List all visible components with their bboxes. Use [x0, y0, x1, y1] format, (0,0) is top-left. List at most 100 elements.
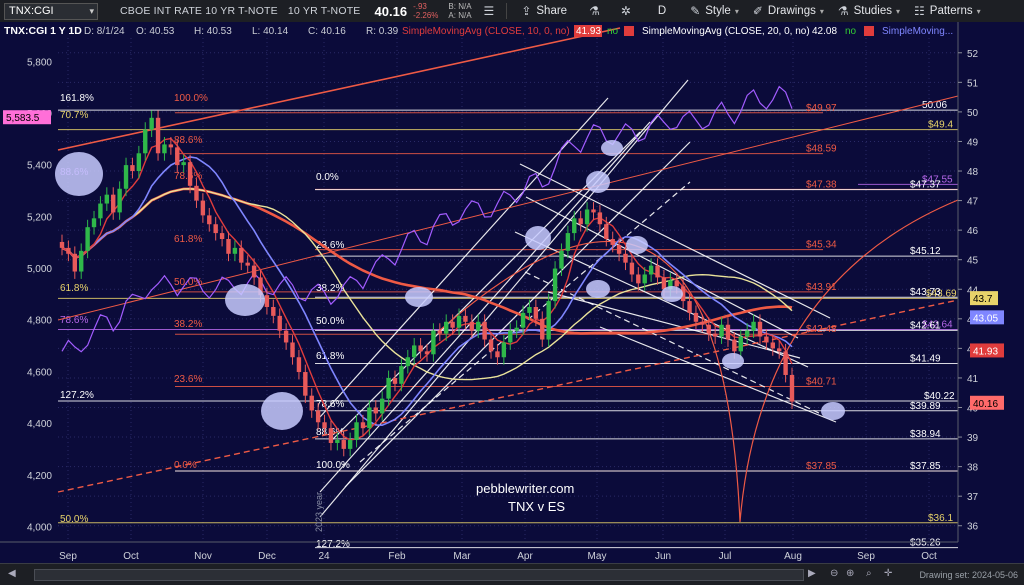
candle-body: [354, 422, 359, 441]
right-tick-label: 46: [967, 226, 979, 237]
scroll-left-icon[interactable]: ◀: [8, 568, 16, 579]
candle-body: [514, 327, 519, 331]
fib-level-label: $49.4: [928, 120, 953, 131]
candle-body: [181, 162, 186, 166]
sma10-color-swatch[interactable]: [624, 26, 634, 36]
candle-body: [277, 315, 282, 331]
candle-body: [187, 162, 193, 186]
fib-percent-label: 50.0%: [316, 316, 344, 327]
header-range: R: 0.39: [366, 26, 399, 37]
scroll-right-icon[interactable]: ▶: [808, 568, 816, 579]
settings-button[interactable]: ✲: [621, 4, 636, 18]
right-tick-label: 49: [967, 137, 979, 148]
candle-body: [328, 428, 334, 443]
candle-body: [66, 247, 71, 254]
header-high: H: 40.53: [194, 26, 232, 37]
change-value: -.93: [413, 2, 427, 11]
candle-body: [219, 233, 225, 240]
candle-body: [501, 342, 507, 358]
fib-percent-label: 50.0%: [60, 514, 88, 525]
chart-title: TNX:CGI 1 Y 1D: [4, 25, 82, 37]
candle-body: [239, 247, 244, 263]
sma20-value: 42.08: [812, 26, 837, 37]
chevron-down-icon: ▾: [819, 6, 824, 16]
candle-body: [533, 306, 539, 319]
zoom-in-icon[interactable]: ⊕: [846, 568, 854, 579]
candle-body: [527, 306, 532, 313]
period-label: D: [657, 5, 667, 17]
candle-body: [232, 247, 238, 254]
candle-body: [655, 265, 660, 278]
sma10-flag: no: [607, 26, 619, 37]
search-icon[interactable]: ⌕: [866, 568, 872, 579]
fib-percent-label: 78.6%: [316, 399, 344, 410]
price-chart[interactable]: 50.06$49.97$49.4$48.59$47.55$47.38 $47.37…: [0, 22, 1024, 563]
candle-body: [674, 280, 679, 287]
bid-ask: B: N/A A: N/A: [448, 2, 471, 20]
flask-button[interactable]: ⚗: [589, 4, 605, 18]
x-tick-label: Nov: [194, 551, 212, 562]
x-tick-label: May: [588, 551, 607, 562]
candle-body: [85, 227, 90, 251]
candle-body: [155, 117, 161, 154]
candle-body: [162, 144, 167, 154]
candle-body: [175, 147, 180, 166]
sma20-color-swatch[interactable]: [864, 26, 874, 36]
sma-more-legend: SimpleMoving...: [882, 26, 953, 37]
candle-body: [751, 321, 756, 331]
style-button[interactable]: ✎ Style ▾: [690, 4, 739, 18]
candle-body: [226, 239, 231, 254]
candle-body: [143, 129, 148, 154]
share-button[interactable]: ⇪ Share: [521, 4, 567, 18]
fib-level-label: $37.85: [910, 461, 941, 472]
candle-body: [123, 165, 129, 189]
candle-body: [738, 336, 743, 352]
period-button[interactable]: D: [658, 5, 666, 17]
candle-body: [418, 345, 423, 352]
pencil-icon: ✐: [752, 4, 763, 18]
top-toolbar: TNX:CGI ▾ CBOE INT RATE 10 YR T-NOTE 10 …: [0, 0, 1024, 23]
candle-body: [149, 117, 154, 130]
candle-body: [546, 301, 551, 340]
patterns-button[interactable]: ☷ Patterns ▾: [914, 4, 981, 18]
symbol-text: TNX:CGI: [9, 5, 54, 17]
paintbrush-icon: ✎: [690, 4, 701, 18]
sma10-value: 41.93: [576, 26, 601, 37]
candle-body: [104, 194, 110, 204]
candle-body: [251, 265, 257, 278]
fib-level-label: $36.1: [928, 513, 953, 524]
time-scrollbar[interactable]: [34, 569, 804, 581]
candle-body: [520, 312, 526, 328]
fib-percent-label: 100.0%: [316, 460, 350, 471]
candle-body: [616, 244, 622, 254]
candle-body: [495, 351, 500, 358]
candle-body: [444, 321, 449, 334]
candle-body: [207, 215, 212, 225]
candle-body: [456, 315, 462, 328]
left-tick-label: 5,000: [27, 264, 52, 275]
candle-body: [405, 357, 410, 367]
candle-body: [559, 250, 564, 269]
patterns-icon: ☷: [914, 4, 925, 18]
symbol-selector[interactable]: TNX:CGI ▾: [4, 2, 98, 20]
zoom-out-icon[interactable]: ⊖: [830, 568, 838, 579]
right-tick-label: 47: [967, 197, 979, 208]
style-label: Style: [705, 5, 731, 17]
patterns-label: Patterns: [929, 5, 973, 17]
candle-body: [712, 333, 718, 337]
candle-body: [642, 274, 647, 284]
cursor-icon[interactable]: ✛: [884, 568, 892, 579]
studies-button[interactable]: ⚗ Studies ▾: [838, 4, 900, 18]
drawings-button[interactable]: ✐ Drawings ▾: [753, 4, 824, 18]
candle-body: [540, 318, 545, 340]
last-price-badge: 40.16: [973, 399, 998, 410]
candle-body: [303, 372, 308, 396]
alert-icon[interactable]: ☰: [484, 4, 495, 18]
candle-body: [648, 265, 654, 275]
fib-percent-label: 127.2%: [60, 390, 94, 401]
candle-body: [322, 422, 327, 429]
candle-body: [687, 301, 692, 313]
sma20-flag: no: [845, 26, 857, 37]
chevron-down-icon: ▾: [976, 6, 981, 16]
fib-percent-label: 161.8%: [60, 93, 94, 104]
